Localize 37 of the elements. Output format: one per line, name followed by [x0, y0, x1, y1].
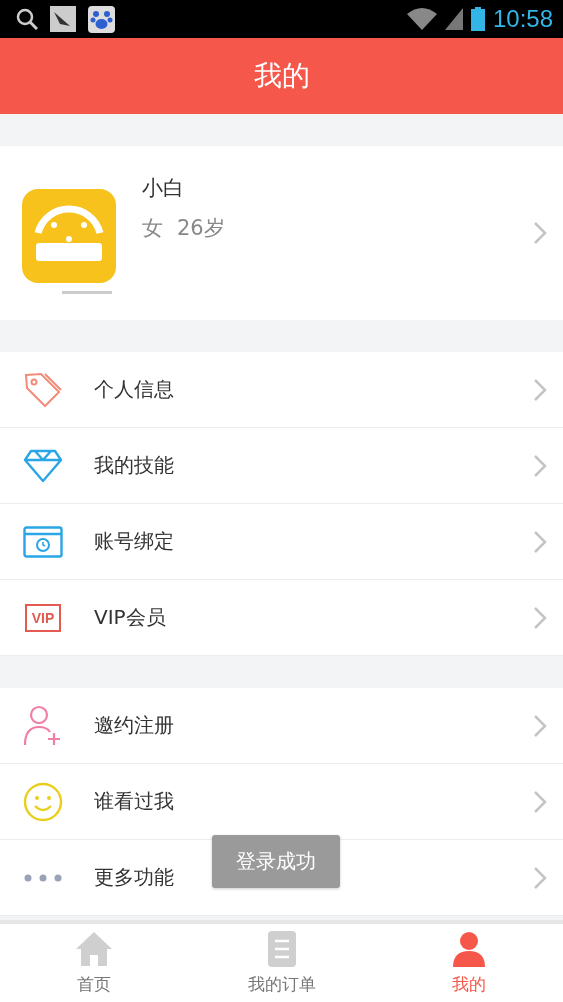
wifi-icon — [406, 8, 437, 30]
chevron-icon — [533, 377, 547, 402]
user-age: 26岁 — [177, 215, 225, 242]
search-icon — [16, 8, 38, 30]
chevron-icon — [533, 789, 547, 814]
calendar-clock-icon — [23, 525, 63, 558]
chevron-icon — [533, 713, 547, 738]
vip-icon: VIP — [24, 603, 62, 632]
menu-label[interactable]: 我的技能 — [94, 452, 533, 479]
user-name: 小白 — [142, 175, 185, 202]
user-icon — [451, 930, 488, 967]
document-icon — [267, 930, 296, 967]
toast-message: 登录成功 — [212, 835, 340, 888]
chevron-icon — [533, 453, 547, 478]
clock-time: 10:58 — [492, 5, 553, 33]
menu-label[interactable]: 账号绑定 — [94, 528, 533, 555]
menu-label[interactable]: VIP会员 — [94, 604, 533, 631]
menu-label[interactable]: 谁看过我 — [94, 788, 533, 815]
diamond-icon — [23, 448, 63, 483]
smiley-icon — [23, 781, 63, 822]
chevron-icon — [533, 529, 547, 554]
menu-label[interactable]: 个人信息 — [94, 376, 533, 403]
chevron-icon — [533, 605, 547, 630]
add-user-icon — [23, 704, 63, 747]
menu-label[interactable]: 邀约注册 — [94, 712, 533, 739]
battery-icon — [470, 7, 485, 31]
more-icon — [23, 872, 63, 883]
tab[interactable]: 首页 — [0, 924, 188, 1002]
tag-icon — [23, 370, 63, 409]
chevron-icon — [533, 221, 547, 245]
paw-app-icon — [88, 5, 115, 33]
chevron-icon — [533, 865, 547, 890]
tab[interactable]: 我的订单 — [187, 924, 376, 1002]
user-gender: 女 — [142, 215, 163, 242]
home-icon — [74, 930, 113, 967]
signal-icon — [444, 8, 463, 30]
page-title: 我的 — [253, 58, 310, 94]
